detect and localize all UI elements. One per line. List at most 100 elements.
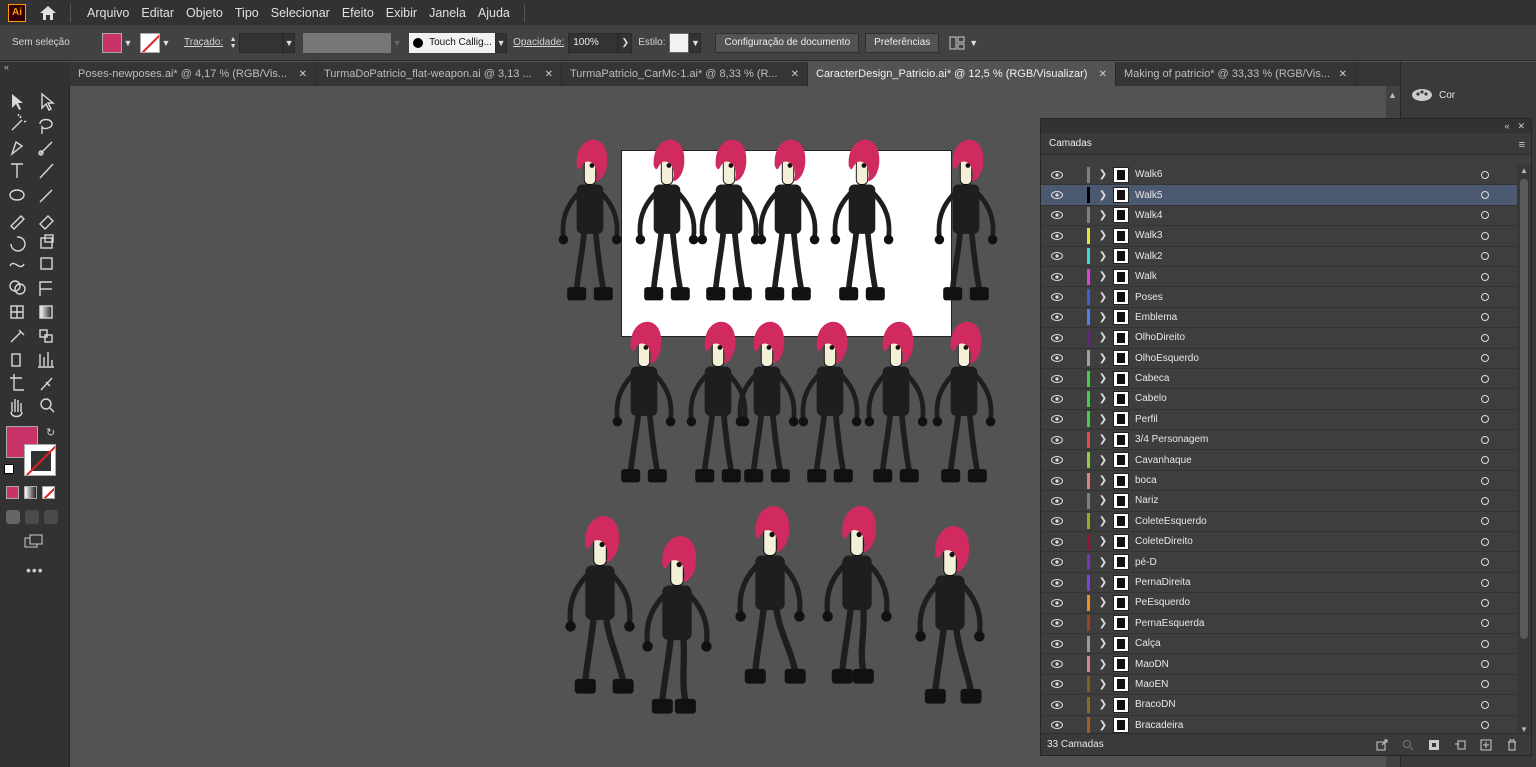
collapse-panel-icon[interactable]: « [1504,121,1509,131]
character-figure[interactable] [558,139,622,301]
chevron-right-icon[interactable]: ❯ [1096,720,1110,731]
visibility-eye-icon[interactable] [1049,191,1065,200]
visibility-eye-icon[interactable] [1049,496,1065,505]
layer-name[interactable]: MaoDN [1135,659,1169,670]
visibility-eye-icon[interactable] [1049,598,1065,607]
character-figure[interactable] [932,321,996,483]
arrange-documents-icon[interactable]: ▼ [949,36,978,50]
layer-row[interactable]: ❯ MaoEN [1041,675,1517,696]
chevron-right-icon[interactable]: ❯ [1096,577,1110,588]
visibility-eye-icon[interactable] [1049,170,1065,179]
visibility-eye-icon[interactable] [1049,272,1065,281]
layer-name[interactable]: Cabelo [1135,393,1167,404]
layer-row[interactable]: ❯ Perfil [1041,410,1517,431]
trash-icon[interactable] [1505,738,1519,752]
close-tab-icon[interactable]: ✕ [299,69,307,80]
visibility-eye-icon[interactable] [1049,558,1065,567]
layer-row[interactable]: ❯ ColeteDireito [1041,532,1517,553]
layer-name[interactable]: PernaDireita [1135,577,1191,588]
visibility-eye-icon[interactable] [1049,415,1065,424]
chevron-right-icon[interactable]: ❯ [1096,414,1110,425]
target-circle-icon[interactable] [1481,333,1489,342]
layer-row[interactable]: ❯ Walk2 [1041,247,1517,267]
scroll-thumb[interactable] [1520,179,1528,639]
layer-row[interactable]: ❯ OlhoDireito [1041,328,1517,349]
color-mode-icon[interactable] [6,486,19,499]
target-circle-icon[interactable] [1481,293,1489,302]
layer-name[interactable]: Walk4 [1135,210,1162,221]
chevron-right-icon[interactable]: ❯ [1096,251,1110,262]
target-circle-icon[interactable] [1481,211,1489,220]
target-circle-icon[interactable] [1481,660,1489,669]
layer-row[interactable]: ❯ pé-D [1041,552,1517,573]
layer-name[interactable]: ColeteDireito [1135,536,1193,547]
layer-row[interactable]: ❯ Cavanhaque [1041,450,1517,471]
none-mode-icon[interactable] [42,486,55,499]
chevron-down-icon[interactable]: ▼ [495,32,508,53]
layer-row[interactable]: ❯ Nariz [1041,491,1517,512]
stroke-swatch[interactable] [140,32,160,53]
chevron-right-icon[interactable]: ❯ [1096,495,1110,506]
color-panel-tab[interactable]: Cor [1411,88,1455,102]
visibility-eye-icon[interactable] [1049,721,1065,730]
layer-name[interactable]: 3/4 Personagem [1135,434,1208,445]
brush-definition[interactable]: Touch Callig... [409,32,496,53]
panel-menu-icon[interactable]: ≡ [1519,139,1525,151]
chevron-right-icon[interactable]: ❯ [1096,597,1110,608]
target-circle-icon[interactable] [1481,476,1489,485]
menu-selecionar[interactable]: Selecionar [265,6,336,20]
target-circle-icon[interactable] [1481,517,1489,526]
target-circle-icon[interactable] [1481,272,1489,281]
layer-row[interactable]: ❯ Cabeca [1041,369,1517,390]
visibility-eye-icon[interactable] [1049,537,1065,546]
visibility-eye-icon[interactable] [1049,435,1065,444]
visibility-eye-icon[interactable] [1049,211,1065,220]
stroke-stepper[interactable]: ▲ ▼ [227,33,239,53]
chevron-right-icon[interactable]: ❯ [1096,638,1110,649]
menu-exibir[interactable]: Exibir [380,6,423,20]
visibility-eye-icon[interactable] [1049,293,1065,302]
layer-name[interactable]: Nariz [1135,495,1158,506]
close-tab-icon[interactable]: ✕ [791,69,799,80]
chevron-right-icon[interactable]: ❯ [1096,393,1110,404]
visibility-eye-icon[interactable] [1049,578,1065,587]
layer-row[interactable]: ❯ Walk5 [1041,185,1517,206]
chevron-right-icon[interactable]: ❯ [1096,536,1110,547]
visibility-eye-icon[interactable] [1049,517,1065,526]
export-icon[interactable] [1375,738,1389,752]
layer-row[interactable]: ❯ Emblema [1041,308,1517,329]
menu-janela[interactable]: Janela [423,6,472,20]
target-circle-icon[interactable] [1481,619,1489,628]
layer-row[interactable]: ❯ Walk4 [1041,206,1517,227]
layer-row[interactable]: ❯ ColeteEsquerdo [1041,512,1517,533]
close-tab-icon[interactable]: ✕ [1339,69,1347,80]
layer-name[interactable]: PernaEsquerda [1135,618,1205,629]
menu-editar[interactable]: Editar [135,6,180,20]
new-sublayer-icon[interactable] [1453,738,1467,752]
visibility-eye-icon[interactable] [1049,394,1065,403]
layer-name[interactable]: Perfil [1135,414,1158,425]
layer-name[interactable]: Walk5 [1135,190,1162,201]
layer-name[interactable]: Bracadeira [1135,720,1183,731]
close-tab-icon[interactable]: ✕ [1099,69,1107,80]
document-setup-button[interactable]: Configuração de documento [715,32,860,53]
layer-name[interactable]: boca [1135,475,1157,486]
target-circle-icon[interactable] [1481,639,1489,648]
menu-ajuda[interactable]: Ajuda [472,6,516,20]
character-figure[interactable] [756,139,820,301]
character-figure[interactable] [735,506,806,684]
chevron-right-icon[interactable]: ❯ [1096,679,1110,690]
layer-row[interactable]: ❯ BracoDN [1041,695,1517,716]
target-circle-icon[interactable] [1481,415,1489,424]
visibility-eye-icon[interactable] [1049,313,1065,322]
preferences-button[interactable]: Preferências [865,32,940,53]
chevron-right-icon[interactable]: ❯ [1096,699,1110,710]
layer-row[interactable]: ❯ OlhoEsquerdo [1041,349,1517,369]
target-circle-icon[interactable] [1481,537,1489,546]
variable-width-profile[interactable] [303,32,392,53]
chevron-down-icon[interactable]: ▼ [122,33,134,53]
target-circle-icon[interactable] [1481,578,1489,587]
visibility-eye-icon[interactable] [1049,456,1065,465]
chevron-right-icon[interactable]: ❯ [1096,659,1110,670]
draw-inside-icon[interactable] [44,510,58,524]
